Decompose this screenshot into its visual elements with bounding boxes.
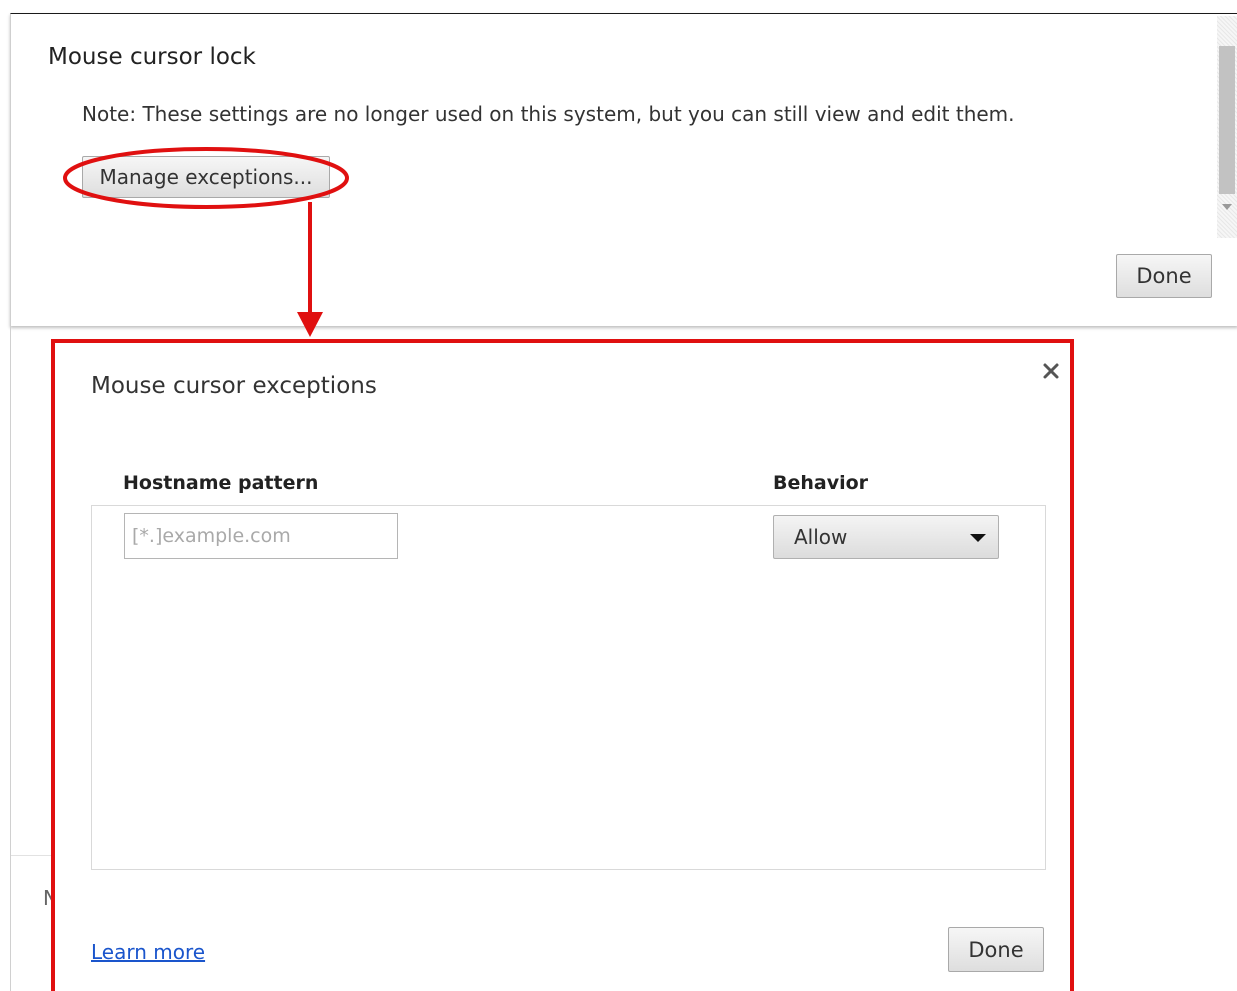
hostname-pattern-header: Hostname pattern: [123, 472, 319, 494]
chevron-down-icon: [970, 534, 986, 542]
close-icon[interactable]: [1039, 359, 1063, 383]
panel-scrollbar[interactable]: [1217, 16, 1237, 238]
section-title: Mouse cursor lock: [48, 44, 256, 70]
exceptions-list: Allow: [91, 505, 1046, 870]
manage-exceptions-button[interactable]: Manage exceptions...: [82, 156, 330, 198]
behavior-selected-value: Allow: [794, 525, 848, 549]
scrollbar-thumb[interactable]: [1219, 46, 1235, 194]
hostname-pattern-input[interactable]: [124, 513, 398, 559]
scroll-down-arrow-icon[interactable]: [1222, 204, 1232, 210]
settings-note: Note: These settings are no longer used …: [82, 102, 1015, 126]
behavior-dropdown[interactable]: Allow: [773, 515, 999, 559]
dialog-title: Mouse cursor exceptions: [91, 373, 377, 399]
mouse-cursor-exceptions-dialog: Mouse cursor exceptions Hostname pattern…: [51, 339, 1074, 991]
screenshot-canvas: Mouse cursor lock Note: These settings a…: [0, 0, 1237, 991]
settings-done-button[interactable]: Done: [1116, 254, 1212, 298]
behavior-header: Behavior: [773, 472, 869, 494]
content-settings-panel: Mouse cursor lock Note: These settings a…: [10, 13, 1237, 326]
learn-more-link[interactable]: Learn more: [91, 940, 205, 964]
background-divider: [11, 855, 51, 856]
background-page-edge: [10, 326, 11, 991]
dialog-done-button[interactable]: Done: [948, 927, 1044, 972]
